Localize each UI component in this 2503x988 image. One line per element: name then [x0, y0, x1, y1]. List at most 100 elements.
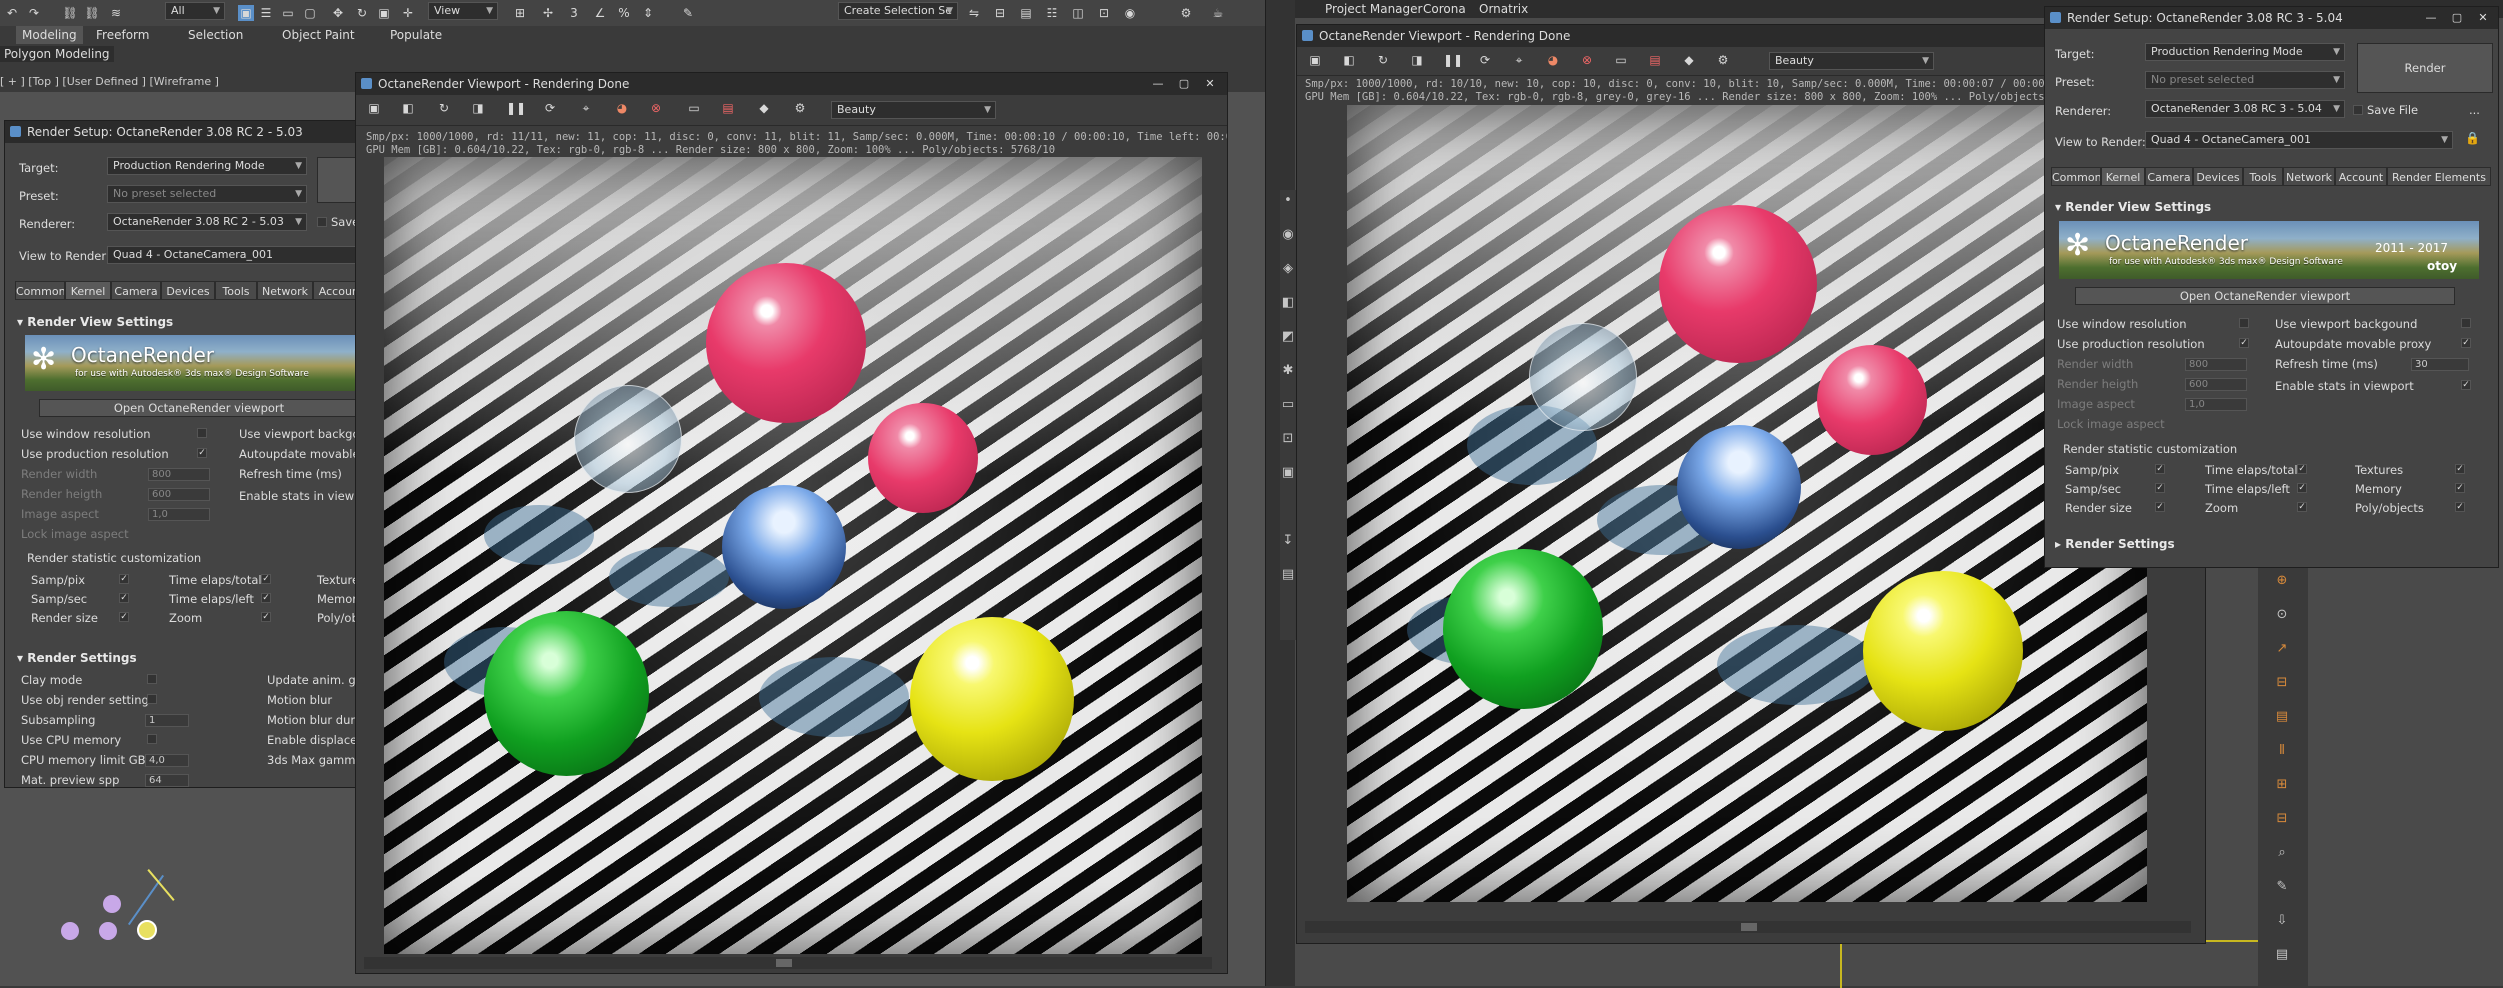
select-icon[interactable]: ▣	[238, 5, 254, 21]
stop-icon[interactable]: ◨	[470, 100, 486, 116]
render-height-spinner[interactable]: 600	[148, 488, 210, 501]
cube-icon[interactable]: ◆	[1681, 52, 1697, 68]
minimize-button[interactable]: —	[1147, 76, 1169, 91]
viewport-lock-icon[interactable]: ▭	[686, 100, 702, 116]
close-button[interactable]: ✕	[2472, 10, 2494, 25]
tab-devices[interactable]: Devices	[2193, 167, 2243, 186]
preset-combo[interactable]: No preset selected ▼	[2145, 71, 2345, 89]
curve-editor-icon[interactable]: ◫	[1070, 5, 1086, 21]
render-settings-header[interactable]: ▾ Render Settings	[17, 651, 137, 665]
chk-enable-stats[interactable]: ✓	[2461, 380, 2471, 390]
pass-combo[interactable]: Beauty ▼	[1769, 52, 1934, 70]
menu-project-manager[interactable]: Project Manager	[1325, 0, 1422, 18]
tab-network[interactable]: Network	[2283, 167, 2335, 186]
color-picker-icon[interactable]: ◕	[614, 100, 630, 116]
window-crossing-icon[interactable]: ▢	[302, 5, 318, 21]
material-editor-icon[interactable]: ◉	[1122, 5, 1138, 21]
panel-icon-9[interactable]: ⌕	[2271, 842, 2293, 864]
panel-icon-11[interactable]: ⇩	[2271, 910, 2293, 932]
clay-icon[interactable]: ▤	[1647, 52, 1663, 68]
cpu-limit-spinner[interactable]: 4,0	[145, 754, 189, 767]
left-setup-titlebar[interactable]: Render Setup: OctaneRender 3.08 RC 2 - 5…	[5, 121, 361, 143]
menu-corona[interactable]: Corona	[1423, 0, 1466, 18]
stop-icon[interactable]: ◨	[1409, 52, 1425, 68]
ribbon-subtitle[interactable]: Polygon Modeling	[0, 46, 114, 62]
color-picker-icon[interactable]: ◕	[1545, 52, 1561, 68]
target-combo[interactable]: Production Rendering Mode ▼	[107, 157, 307, 175]
chk-zoom[interactable]: ✓	[2297, 502, 2307, 512]
chk-poly[interactable]: ✓	[2455, 502, 2465, 512]
panel-icon-10[interactable]: ✎	[2271, 876, 2293, 898]
focus-picker-icon[interactable]: ⌖	[1511, 52, 1527, 68]
chk-viewport-bg[interactable]	[2461, 318, 2471, 328]
panel-icon-5[interactable]: ▤	[2271, 706, 2293, 728]
tab-freeform[interactable]: Freeform	[96, 26, 149, 44]
tab-object-paint[interactable]: Object Paint	[282, 26, 355, 44]
tab-network[interactable]: Network	[257, 281, 313, 300]
tab-selection[interactable]: Selection	[188, 26, 243, 44]
restart-icon[interactable]: ↻	[1375, 52, 1391, 68]
view-to-render-combo[interactable]: Quad 4 - OctaneCamera_001	[107, 246, 361, 264]
chk-autoupdate-proxy[interactable]: ✓	[2461, 338, 2471, 348]
chk-render-size[interactable]: ✓	[119, 612, 129, 622]
chk-samp-sec[interactable]: ✓	[2155, 483, 2165, 493]
target-combo[interactable]: Production Rendering Mode ▼	[2145, 43, 2345, 61]
chk-samp-pix[interactable]: ✓	[119, 574, 129, 584]
left-vp-hscrollbar[interactable]	[364, 957, 1212, 969]
pause-icon[interactable]: ❚❚	[1443, 52, 1463, 68]
reference-coord[interactable]: View ▼	[428, 2, 498, 20]
chk-use-window-res[interactable]	[197, 428, 207, 438]
panel-icon-4[interactable]: ⊟	[2271, 672, 2293, 694]
render-view-settings-header[interactable]: ▾ Render View Settings	[17, 315, 173, 329]
render-width-spinner[interactable]: 800	[2185, 358, 2247, 371]
percent-snap-icon[interactable]: %	[616, 5, 632, 21]
mirror-icon[interactable]: ⇋	[966, 5, 982, 21]
maximize-button[interactable]: ▢	[2446, 10, 2468, 25]
tab-kernel[interactable]: Kernel	[65, 281, 111, 300]
left-render-image[interactable]	[384, 157, 1202, 954]
pivot-icon[interactable]: ⊞	[512, 5, 528, 21]
tab-populate[interactable]: Populate	[390, 26, 442, 44]
chk-time-total[interactable]: ✓	[2297, 464, 2307, 474]
tab-common[interactable]: Common	[2051, 167, 2101, 186]
manipulate-icon[interactable]: ✢	[540, 5, 556, 21]
render-width-spinner[interactable]: 800	[148, 468, 210, 481]
tab-camera[interactable]: Camera	[111, 281, 161, 300]
chk-time-left[interactable]: ✓	[261, 593, 271, 603]
refresh-icon[interactable]: ⟳	[542, 100, 558, 116]
copy-image-icon[interactable]: ◧	[1341, 52, 1357, 68]
unlink-icon[interactable]: ⛓	[84, 5, 100, 21]
close-button[interactable]: ✕	[1199, 76, 1221, 91]
chk-use-window-res[interactable]	[2239, 318, 2249, 328]
right-render-image[interactable]	[1347, 105, 2147, 902]
tab-common[interactable]: Common	[15, 281, 65, 300]
save-file-checkbox[interactable]	[2353, 105, 2363, 115]
mat-preview-spinner[interactable]: 64	[145, 774, 189, 787]
viewport-lock-icon[interactable]: ▭	[1613, 52, 1629, 68]
move-icon[interactable]: ✥	[330, 5, 346, 21]
link-icon[interactable]: ⛓	[62, 5, 78, 21]
spinner-snap-icon[interactable]: ⇕	[640, 5, 656, 21]
angle-snap-icon[interactable]: ∠	[592, 5, 608, 21]
refresh-time-spinner[interactable]: 30	[2411, 358, 2469, 371]
panel-icon-12[interactable]: ▤	[2271, 944, 2293, 966]
chk-samp-sec[interactable]: ✓	[119, 593, 129, 603]
rotate-icon[interactable]: ↻	[354, 5, 370, 21]
chk-samp-pix[interactable]: ✓	[2155, 464, 2165, 474]
more-button[interactable]: ...	[2469, 103, 2480, 117]
focus-picker-icon[interactable]: ⌖	[578, 100, 594, 116]
panel-icon-7[interactable]: ⊞	[2271, 774, 2293, 796]
place-icon[interactable]: ✛	[400, 5, 416, 21]
save-image-icon[interactable]: ▣	[1307, 52, 1323, 68]
maximize-button[interactable]: ▢	[1173, 76, 1195, 91]
renderer-combo[interactable]: OctaneRender 3.08 RC 3 - 5.04 ▼	[2145, 100, 2345, 118]
align-icon[interactable]: ⊟	[992, 5, 1008, 21]
menu-ornatrix[interactable]: Ornatrix	[1479, 0, 1528, 18]
chk-memory[interactable]: ✓	[2455, 483, 2465, 493]
chk-use-production-res[interactable]: ✓	[197, 448, 207, 458]
refresh-icon[interactable]: ⟳	[1477, 52, 1493, 68]
region-icon[interactable]: ▭	[280, 5, 296, 21]
render-button[interactable]: Render	[2357, 43, 2493, 93]
redo-icon[interactable]: ↷	[26, 5, 42, 21]
selection-filter[interactable]: All ▼	[165, 2, 225, 20]
